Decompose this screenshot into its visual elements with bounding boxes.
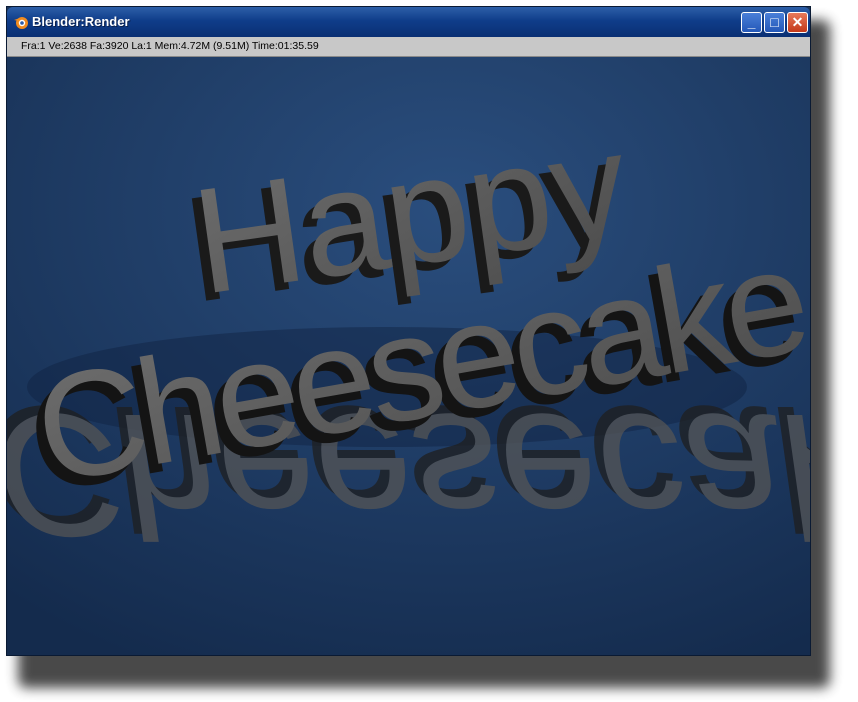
render-viewport: Cheesecake Cheesecake Happy Happy Cheese… [7,57,810,655]
render-window: Blender:Render _ □ ✕ Fra:1 Ve:2638 Fa:39… [6,6,811,656]
window-title: Blender:Render [32,14,130,29]
rendered-image: Cheesecake Cheesecake Happy Happy Cheese… [7,57,810,655]
close-button[interactable]: ✕ [787,12,808,33]
render-stats-bar: Fra:1 Ve:2638 Fa:3920 La:1 Mem:4.72M (9.… [7,37,810,57]
maximize-icon: □ [770,14,779,30]
close-icon: ✕ [791,14,804,30]
blender-logo-icon [13,14,29,30]
title-bar[interactable]: Blender:Render _ □ ✕ [7,7,810,37]
maximize-button[interactable]: □ [764,12,785,33]
minimize-button[interactable]: _ [741,12,762,33]
minimize-icon: _ [747,14,756,30]
